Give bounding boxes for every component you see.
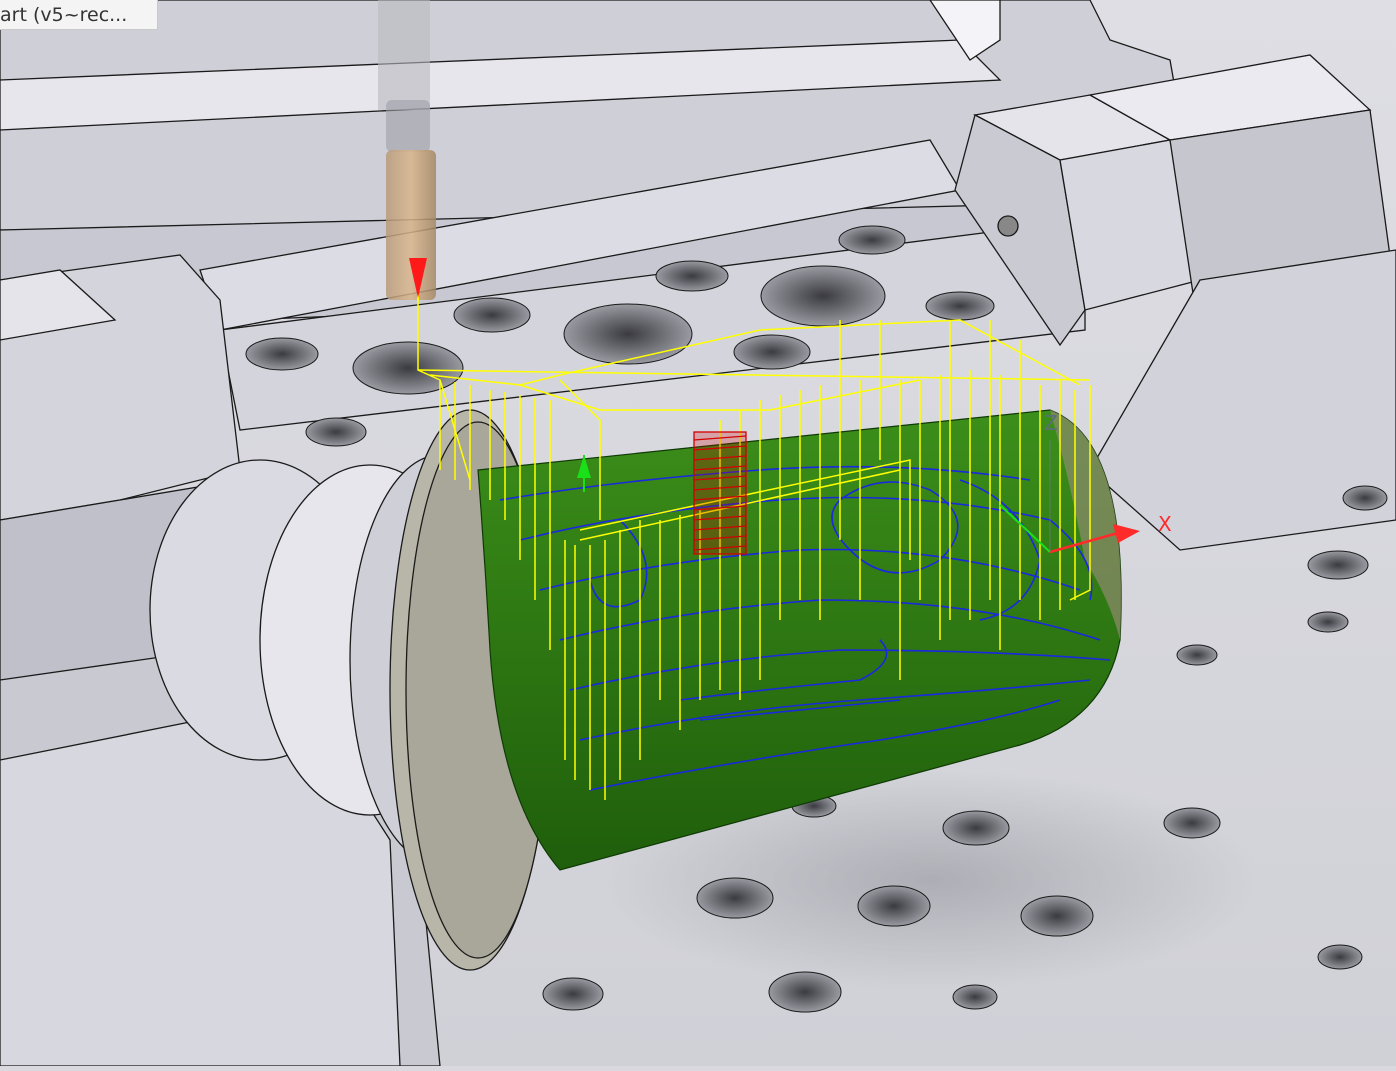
document-tab-label: art (v5~rec...	[0, 4, 128, 26]
document-tab[interactable]: art (v5~rec...	[0, 0, 158, 30]
scene-canvas	[0, 0, 1396, 1067]
drill-helix-toolpath	[693, 431, 747, 555]
cam-3d-viewport[interactable]: X Z art (v5~rec...	[0, 0, 1396, 1067]
